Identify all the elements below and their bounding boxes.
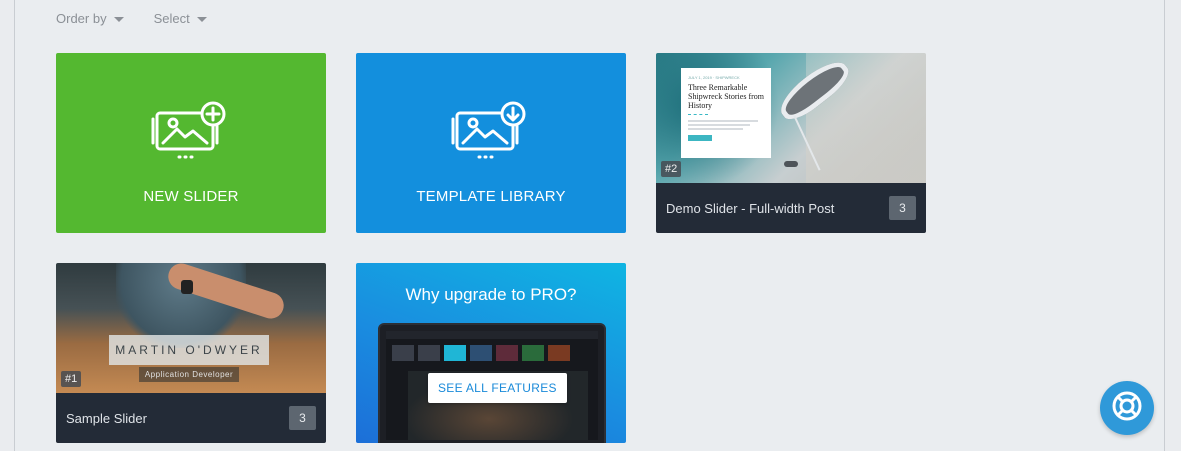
chevron-down-icon (196, 16, 207, 22)
slide-count-badge: 3 (889, 196, 916, 220)
post-kicker: JULY 1, 2019 · SHIPWRECK (688, 75, 740, 80)
screen-toolbar (386, 331, 598, 339)
slide-dots (784, 161, 798, 167)
slider-id-badge: #2 (661, 161, 682, 177)
template-library-button[interactable]: TEMPLATE LIBRARY (356, 53, 626, 233)
post-headline: Three Remarkable Shipwreck Stories from … (688, 83, 764, 110)
image-download-icon (451, 101, 531, 168)
select-label: Select (153, 11, 190, 26)
slider-caption[interactable]: Demo Slider - Full-width Post 3 (656, 183, 926, 233)
slide-count-badge: 3 (289, 406, 316, 430)
slider-title: Sample Slider (66, 410, 147, 426)
screen-thumb (548, 345, 570, 361)
new-slider-label: NEW SLIDER (143, 188, 239, 205)
post-read-button (688, 135, 712, 141)
screen-thumb (496, 345, 518, 361)
screen-thumb (522, 345, 544, 361)
upgrade-pro-banner[interactable]: Why upgrade to PRO? SEE ALL FEATURES (356, 263, 626, 443)
watch-image (181, 280, 193, 294)
slider-caption[interactable]: Sample Slider 3 (56, 393, 326, 443)
select-dropdown[interactable]: Select (154, 11, 207, 26)
post-text-line (688, 124, 750, 126)
post-text-line (688, 128, 743, 130)
person-name-band: MARTIN O'DWYER (109, 335, 269, 365)
help-button[interactable] (1100, 381, 1154, 435)
screen-thumb (470, 345, 492, 361)
chevron-down-icon (113, 16, 124, 22)
screen-thumb (444, 345, 466, 361)
image-add-icon (151, 101, 231, 168)
slider-thumbnail[interactable]: MARTIN O'DWYER Application Developer #1 (56, 263, 326, 393)
person-role-band: Application Developer (139, 367, 239, 382)
see-all-features-button[interactable]: SEE ALL FEATURES (428, 373, 567, 403)
screen-thumb (418, 345, 440, 361)
filter-bar: Order by Select (56, 11, 207, 26)
order-by-label: Order by (56, 11, 107, 26)
post-preview-card: JULY 1, 2019 · SHIPWRECK Three Remarkabl… (681, 68, 771, 158)
post-divider (688, 114, 708, 116)
lifebuoy-icon (1110, 389, 1144, 428)
slider-id-badge: #1 (61, 371, 82, 387)
slider-title: Demo Slider - Full-width Post (666, 200, 835, 216)
slider-card-sample[interactable]: MARTIN O'DWYER Application Developer #1 … (56, 263, 326, 443)
order-by-dropdown[interactable]: Order by (56, 11, 124, 26)
template-library-label: TEMPLATE LIBRARY (416, 188, 566, 205)
slider-thumbnail[interactable]: JULY 1, 2019 · SHIPWRECK Three Remarkabl… (656, 53, 926, 183)
new-slider-button[interactable]: NEW SLIDER (56, 53, 326, 233)
upgrade-heading: Why upgrade to PRO? (405, 285, 577, 304)
screen-thumb (392, 345, 414, 361)
slider-card-demo[interactable]: JULY 1, 2019 · SHIPWRECK Three Remarkabl… (656, 53, 926, 233)
person-name: MARTIN O'DWYER (115, 343, 263, 357)
person-role: Application Developer (144, 370, 234, 379)
post-text-line (688, 120, 758, 122)
